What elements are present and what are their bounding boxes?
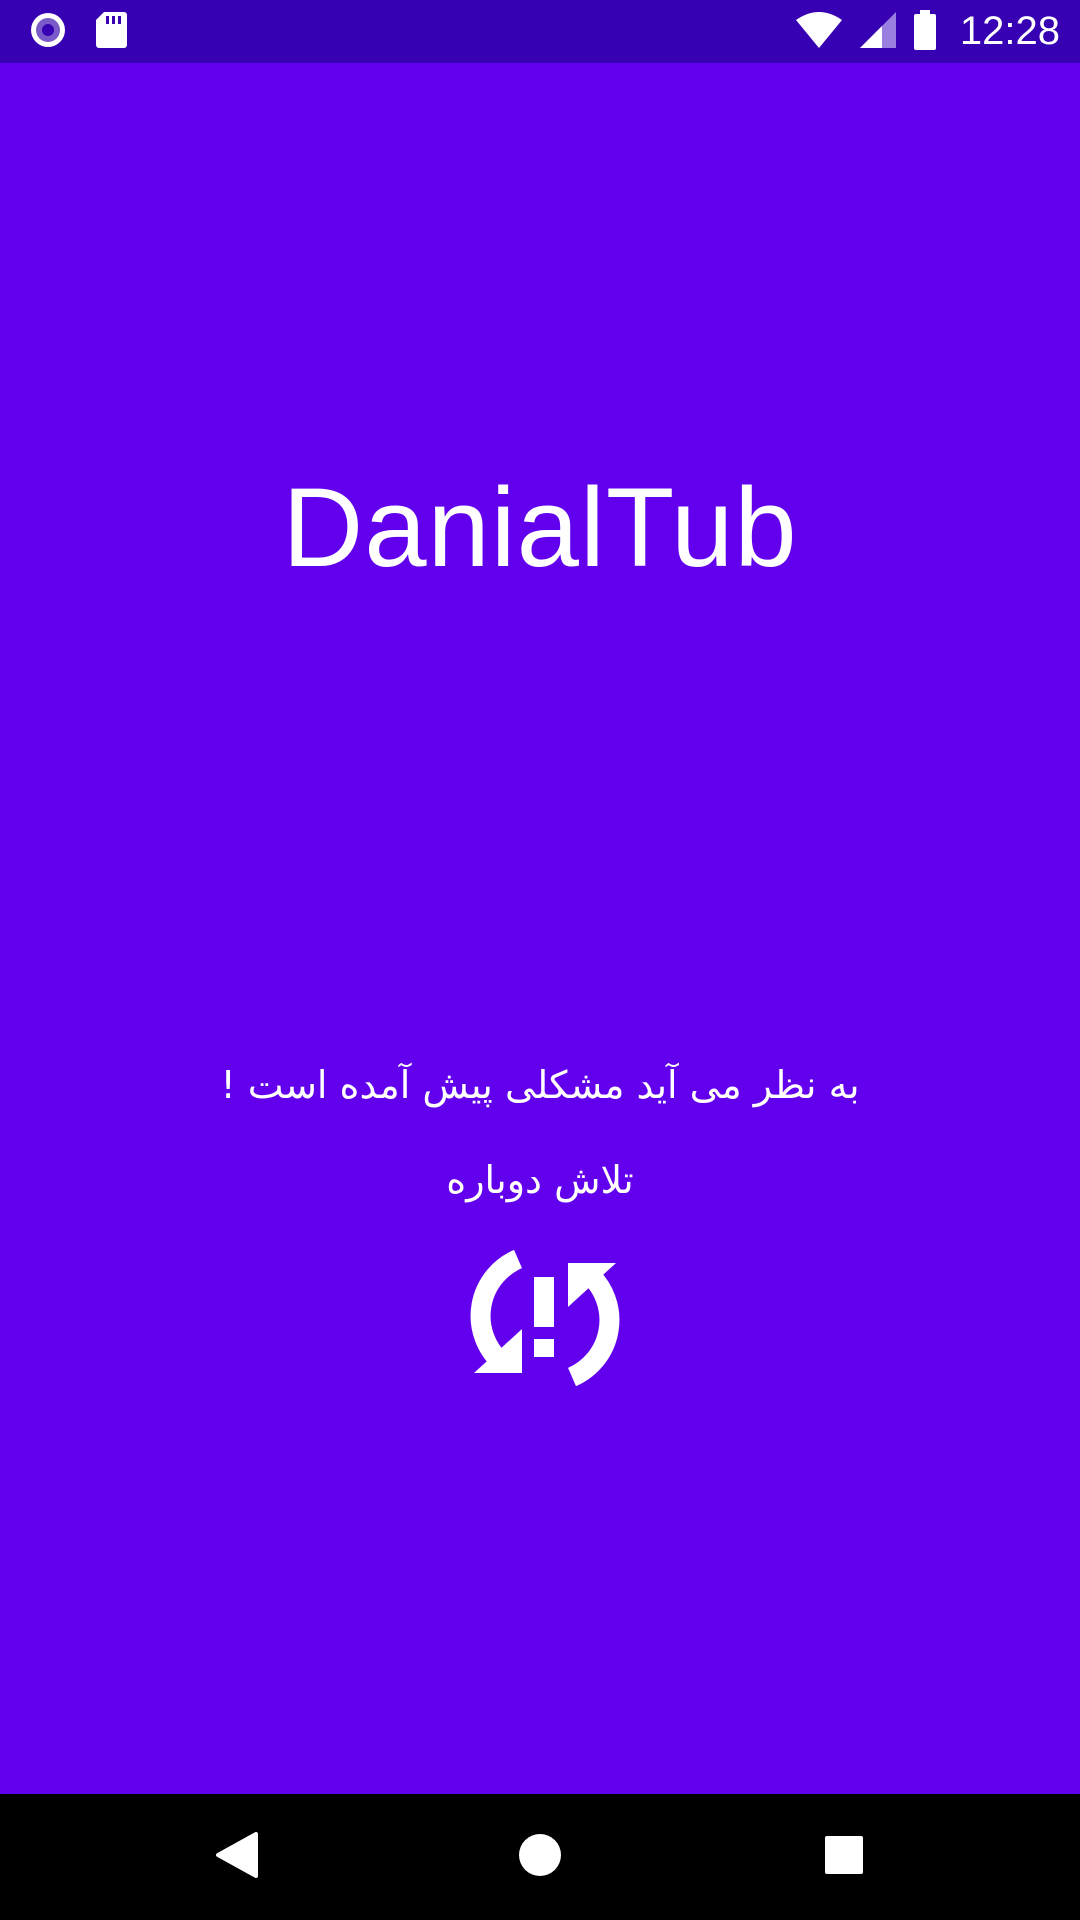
sync-problem-icon[interactable] bbox=[470, 1243, 620, 1393]
main-content: DanialTub به نظر می آید مشکلی پیش آمده ا… bbox=[0, 63, 1080, 1794]
navigation-bar bbox=[0, 1794, 1080, 1920]
cellular-signal-icon bbox=[858, 10, 898, 54]
wifi-icon bbox=[794, 10, 844, 54]
home-button[interactable] bbox=[460, 1794, 620, 1920]
radio-button-icon bbox=[28, 10, 68, 54]
status-right-icons: 12:28 bbox=[794, 0, 1060, 63]
retry-button[interactable]: تلاش دوباره bbox=[0, 1158, 1080, 1202]
status-left-icons bbox=[28, 10, 128, 54]
app-title: DanialTub bbox=[282, 465, 798, 590]
status-bar: 12:28 bbox=[0, 0, 1080, 63]
recents-icon bbox=[823, 1834, 865, 1880]
status-clock: 12:28 bbox=[959, 9, 1060, 53]
recents-button[interactable] bbox=[764, 1794, 924, 1920]
battery-icon bbox=[912, 9, 938, 55]
sd-card-icon bbox=[94, 10, 128, 54]
back-icon bbox=[212, 1830, 260, 1884]
home-icon bbox=[517, 1832, 563, 1882]
error-message: به نظر می آید مشکلی پیش آمده است ! bbox=[220, 1063, 860, 1107]
back-button[interactable] bbox=[156, 1794, 316, 1920]
